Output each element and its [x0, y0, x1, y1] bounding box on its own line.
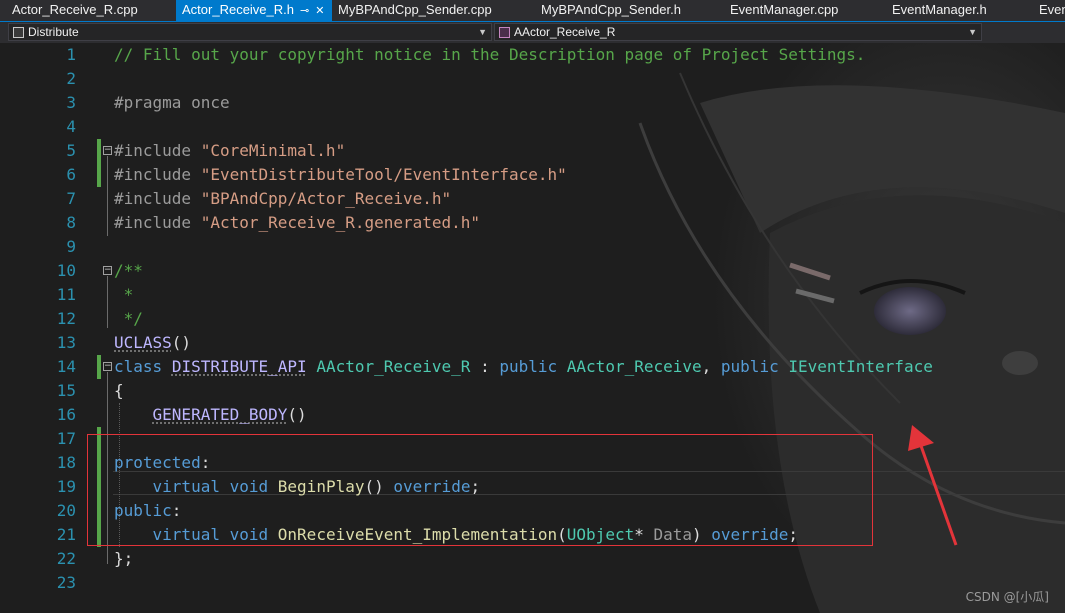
tab-label: Actor_Receive_R.h [182, 2, 294, 17]
line-number: 1 [66, 45, 76, 64]
code-line-1[interactable]: // Fill out your copyright notice in the… [114, 43, 865, 67]
scope-dropdown-label: AActor_Receive_R [514, 25, 616, 39]
line-number: 3 [66, 93, 76, 112]
line-number: 10 [56, 261, 76, 280]
code-line-5[interactable]: #include "CoreMinimal.h" [114, 139, 345, 163]
project-dropdown[interactable]: Distribute ▼ [8, 23, 492, 41]
code-line-8[interactable]: #include "Actor_Receive_R.generated.h" [114, 211, 480, 235]
fold-guide [107, 156, 108, 236]
line-number: 9 [66, 237, 76, 256]
tab-label: Even [1039, 2, 1065, 17]
fold-toggle-icon[interactable]: − [103, 146, 112, 155]
code-line-7[interactable]: #include "BPAndCpp/Actor_Receive.h" [114, 187, 451, 211]
change-marker [97, 163, 101, 187]
tab-label: Actor_Receive_R.cpp [12, 2, 138, 17]
line-number: 22 [56, 549, 76, 568]
tab-mybpandcpp-sender-h[interactable]: MyBPAndCpp_Sender.h [541, 0, 701, 21]
pin-icon[interactable]: ⊸ [300, 1, 309, 21]
line-number: 19 [56, 477, 76, 496]
code-line-22[interactable]: }; [114, 547, 133, 571]
tab-label: EventManager.h [892, 2, 987, 17]
line-number: 11 [56, 285, 76, 304]
chevron-down-icon: ▼ [968, 27, 977, 37]
line-number: 2 [66, 69, 76, 88]
tab-eventmanager-cpp[interactable]: EventManager.cpp [730, 0, 870, 21]
tab-label: MyBPAndCpp_Sender.cpp [338, 2, 492, 17]
code-line-12[interactable]: */ [114, 307, 143, 331]
change-marker [97, 355, 101, 379]
code-line-11[interactable]: * [114, 283, 134, 307]
project-icon [13, 27, 24, 38]
annotation-arrow-icon [908, 425, 958, 546]
code-line-14[interactable]: class DISTRIBUTE_API AActor_Receive_R : … [114, 355, 933, 379]
fold-guide [107, 276, 108, 328]
code-editor[interactable]: − − − 1 2 3 4 5 6 7 8 9 10 11 12 13 14 1… [0, 43, 1065, 613]
code-line-16[interactable]: GENERATED_BODY() [114, 403, 307, 427]
watermark: CSDN @[小瓜] [965, 590, 1049, 604]
line-number: 12 [56, 309, 76, 328]
tab-actor-receive-r-h[interactable]: Actor_Receive_R.h ⊸ ✕ [176, 0, 332, 21]
tab-actor-receive-r-cpp[interactable]: Actor_Receive_R.cpp [0, 0, 176, 21]
close-icon[interactable]: ✕ [315, 1, 324, 21]
highlight-box [87, 434, 873, 546]
fold-toggle-icon[interactable]: − [103, 362, 112, 371]
line-number: 15 [56, 381, 76, 400]
line-number: 18 [56, 453, 76, 472]
code-line-3[interactable]: #pragma once [114, 91, 230, 115]
code-line-13[interactable]: UCLASS() [114, 331, 191, 355]
tab-label: EventManager.cpp [730, 2, 839, 17]
line-number: 5 [66, 141, 76, 160]
line-number: 17 [56, 429, 76, 448]
navigation-bar: Distribute ▼ AActor_Receive_R ▼ [0, 22, 1065, 44]
chevron-down-icon: ▼ [478, 27, 487, 37]
code-line-15[interactable]: { [114, 379, 124, 403]
line-number: 13 [56, 333, 76, 352]
change-marker [97, 139, 101, 163]
line-number: 4 [66, 117, 76, 136]
code-line-6[interactable]: #include "EventDistributeTool/EventInter… [114, 163, 567, 187]
line-number: 14 [56, 357, 76, 376]
line-number: 16 [56, 405, 76, 424]
tab-eventmanager-h[interactable]: EventManager.h [892, 0, 1022, 21]
tab-label: MyBPAndCpp_Sender.h [541, 2, 681, 17]
class-icon [499, 27, 510, 38]
line-number: 6 [66, 165, 76, 184]
document-tab-bar: Actor_Receive_R.cpp Actor_Receive_R.h ⊸ ✕ … [0, 0, 1065, 22]
fold-toggle-icon[interactable]: − [103, 266, 112, 275]
line-number: 21 [56, 525, 76, 544]
line-number: 7 [66, 189, 76, 208]
code-line-10[interactable]: /** [114, 259, 143, 283]
line-number: 20 [56, 501, 76, 520]
line-number: 8 [66, 213, 76, 232]
line-number: 23 [56, 573, 76, 592]
tab-overflow[interactable]: Even [1039, 0, 1065, 21]
scope-dropdown[interactable]: AActor_Receive_R ▼ [494, 23, 982, 41]
tab-mybpandcpp-sender-cpp[interactable]: MyBPAndCpp_Sender.cpp [338, 0, 506, 21]
project-dropdown-label: Distribute [28, 25, 79, 39]
